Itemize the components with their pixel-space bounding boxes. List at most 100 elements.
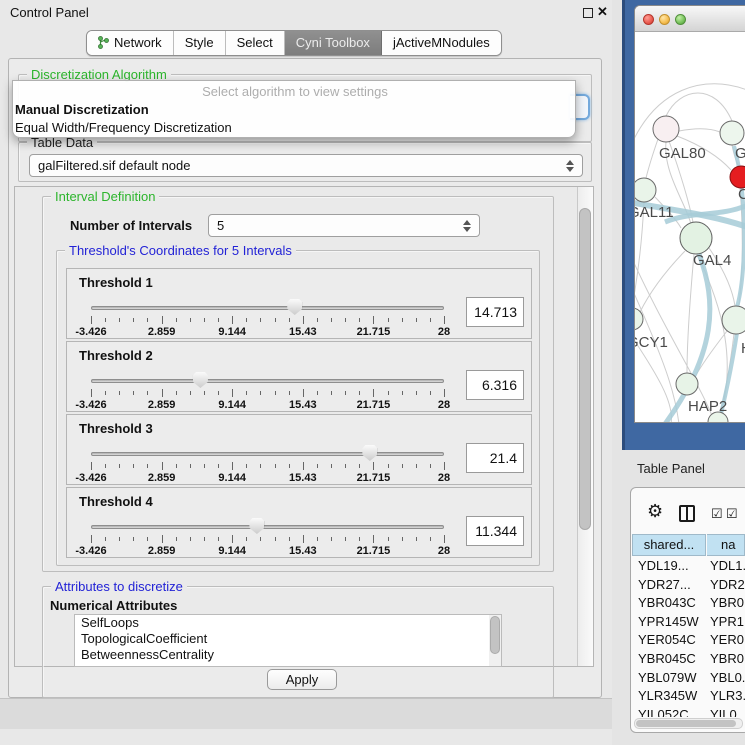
table-row[interactable]: YER054C YER0... [632,631,745,650]
combobox-spinner-icon[interactable] [566,160,574,172]
slider-tick [190,537,191,541]
table-cell-shared-name[interactable]: YLR345W [638,687,697,705]
table-cell-name[interactable]: YLR3... [710,687,745,705]
slider-tick-label: 15.43 [289,326,317,338]
network-node[interactable] [676,373,698,395]
table-cell-shared-name[interactable]: YDL19... [638,557,689,575]
algorithm-popup-option-equal-width[interactable]: Equal Width/Frequency Discretization [13,119,575,137]
network-node[interactable] [653,116,679,142]
threshold-4-value-field[interactable]: 11.344 [466,516,524,546]
slider-tick-label: 21.715 [357,472,391,484]
table-cell-name[interactable]: YIL0... [710,706,745,717]
tab-network[interactable]: Network [87,31,174,55]
tab-style[interactable]: Style [174,31,226,55]
spinner-down-icon [463,227,471,232]
checkbox-icon[interactable]: ☑ [726,506,738,522]
network-node-label: GA [735,145,745,162]
slider-tick-label: 15.43 [289,472,317,484]
attribute-list-item[interactable]: TopologicalCoefficient [75,631,501,647]
algorithm-popup-option-manual[interactable]: Manual Discretization [13,101,575,119]
tab-jactivemnodules[interactable]: jActiveMNodules [382,31,501,55]
slider-tick [218,537,219,541]
network-edge [697,254,727,414]
threshold-1-slider[interactable]: -3.4262.8599.14415.4321.71528 [91,303,444,333]
table-header-name[interactable]: na [707,534,745,556]
table-cell-name[interactable]: YBL0... [710,669,745,687]
threshold-1-value-field[interactable]: 14.713 [466,297,524,327]
table-header-shared-name[interactable]: shared... [632,534,706,556]
number-of-intervals-value: 5 [217,218,224,233]
slider-thumb[interactable] [249,518,264,534]
network-edge [679,129,720,132]
tab-select[interactable]: Select [226,31,285,55]
attributes-list-scrollbar-thumb[interactable] [490,616,500,654]
table-cell-shared-name[interactable]: YER054C [638,631,696,649]
minimize-traffic-light-icon[interactable] [659,14,670,25]
threshold-4-slider[interactable]: -3.4262.8599.14415.4321.71528 [91,522,444,552]
table-row[interactable]: YDL19... YDL1... [632,557,745,576]
threshold-2-slider[interactable]: -3.4262.8599.14415.4321.71528 [91,376,444,406]
slider-track[interactable] [91,379,444,383]
table-cell-shared-name[interactable]: YBL079W [638,669,697,687]
attribute-list-item[interactable]: SelfLoops [75,615,501,631]
table-cell-name[interactable]: YDR2... [710,576,745,594]
vertical-scrollbar-thumb[interactable] [579,208,591,530]
slider-track[interactable] [91,452,444,456]
slider-thumb[interactable] [287,299,302,315]
table-row[interactable]: YPR145W YPR1... [632,613,745,632]
numerical-attributes-list[interactable]: SelfLoopsTopologicalCoefficientBetweenne… [74,614,502,667]
horizontal-scrollbar-thumb[interactable] [636,720,736,727]
float-window-icon[interactable] [583,8,593,18]
table-cell-shared-name[interactable]: YIL052C [638,706,689,717]
slider-track[interactable] [91,525,444,529]
algorithm-popup-prompt[interactable]: Select algorithm to view settings [13,83,575,101]
attribute-list-item[interactable]: BetweennessCentrality [75,647,501,663]
network-canvas[interactable]: GAL80GACGAL11GAL4GCY1HHAP2 [635,32,745,423]
table-cell-shared-name[interactable]: YBR045C [638,650,696,668]
gear-icon[interactable]: ⚙ [647,501,663,522]
table-cell-name[interactable]: YBR0... [710,594,745,612]
split-view-icon[interactable] [679,505,695,522]
tab-cyni-toolbox[interactable]: Cyni Toolbox [285,31,382,55]
slider-tick-label: 28 [438,326,450,338]
table-cell-name[interactable]: YBR0... [710,650,745,668]
number-of-intervals-combobox[interactable]: 5 [208,214,480,237]
table-row[interactable]: YIL052C YIL0... [632,706,745,717]
slider-tick-label: -3.426 [75,545,106,557]
table-row[interactable]: YLR345W YLR3... [632,687,745,706]
table-row[interactable]: YBR045C YBR0... [632,650,745,669]
table-cell-name[interactable]: YER0... [710,631,745,649]
network-window-titlebar[interactable] [635,6,745,32]
slider-track[interactable] [91,306,444,310]
slider-tick [133,464,134,468]
network-node[interactable] [720,121,744,145]
close-icon[interactable]: ✕ [597,4,608,20]
slider-tick [119,537,120,541]
slider-thumb[interactable] [193,372,208,388]
checkbox-icon[interactable]: ☑ [711,506,723,522]
close-traffic-light-icon[interactable] [643,14,654,25]
combobox-spinner-icon[interactable] [463,220,471,232]
table-data-combobox[interactable]: galFiltered.sif default node [29,154,583,177]
table-cell-shared-name[interactable]: YPR145W [638,613,699,631]
network-node[interactable] [722,306,745,334]
threshold-2-value-field[interactable]: 6.316 [466,370,524,400]
network-view-svg[interactable]: GAL80GACGAL11GAL4GCY1HHAP2 [635,32,745,423]
apply-button[interactable]: Apply [267,669,337,690]
slider-tick [402,391,403,395]
network-node[interactable] [730,166,745,188]
threshold-3-value-field[interactable]: 21.4 [466,443,524,473]
table-cell-shared-name[interactable]: YDR27... [638,576,691,594]
network-node[interactable] [635,178,656,202]
table-cell-shared-name[interactable]: YBR043C [638,594,696,612]
slider-thumb[interactable] [362,445,377,461]
threshold-3-slider[interactable]: -3.4262.8599.14415.4321.71528 [91,449,444,479]
slider-tick [373,535,374,543]
table-row[interactable]: YDR27... YDR2... [632,576,745,595]
table-cell-name[interactable]: YDL1... [710,557,745,575]
zoom-traffic-light-icon[interactable] [675,14,686,25]
table-row[interactable]: YBL079W YBL0... [632,669,745,688]
table-row[interactable]: YBR043C YBR0... [632,594,745,613]
table-cell-name[interactable]: YPR1... [710,613,745,631]
network-node[interactable] [680,222,712,254]
